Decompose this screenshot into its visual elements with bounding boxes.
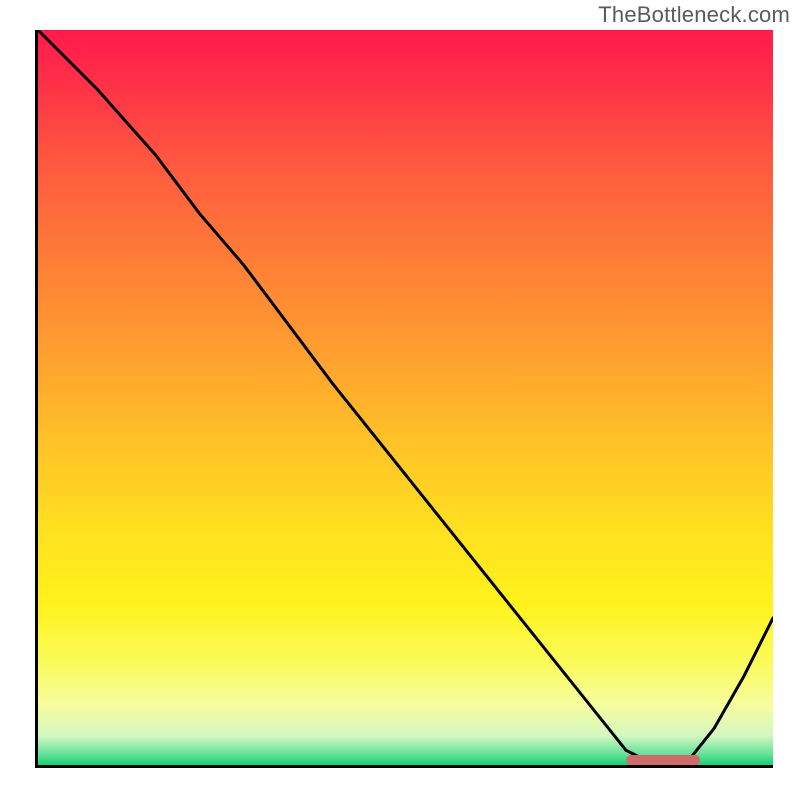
chart-container: TheBottleneck.com <box>0 0 800 800</box>
min-plateau-marker <box>626 755 700 765</box>
watermark-text: TheBottleneck.com <box>598 2 790 28</box>
plot-area <box>35 30 773 768</box>
